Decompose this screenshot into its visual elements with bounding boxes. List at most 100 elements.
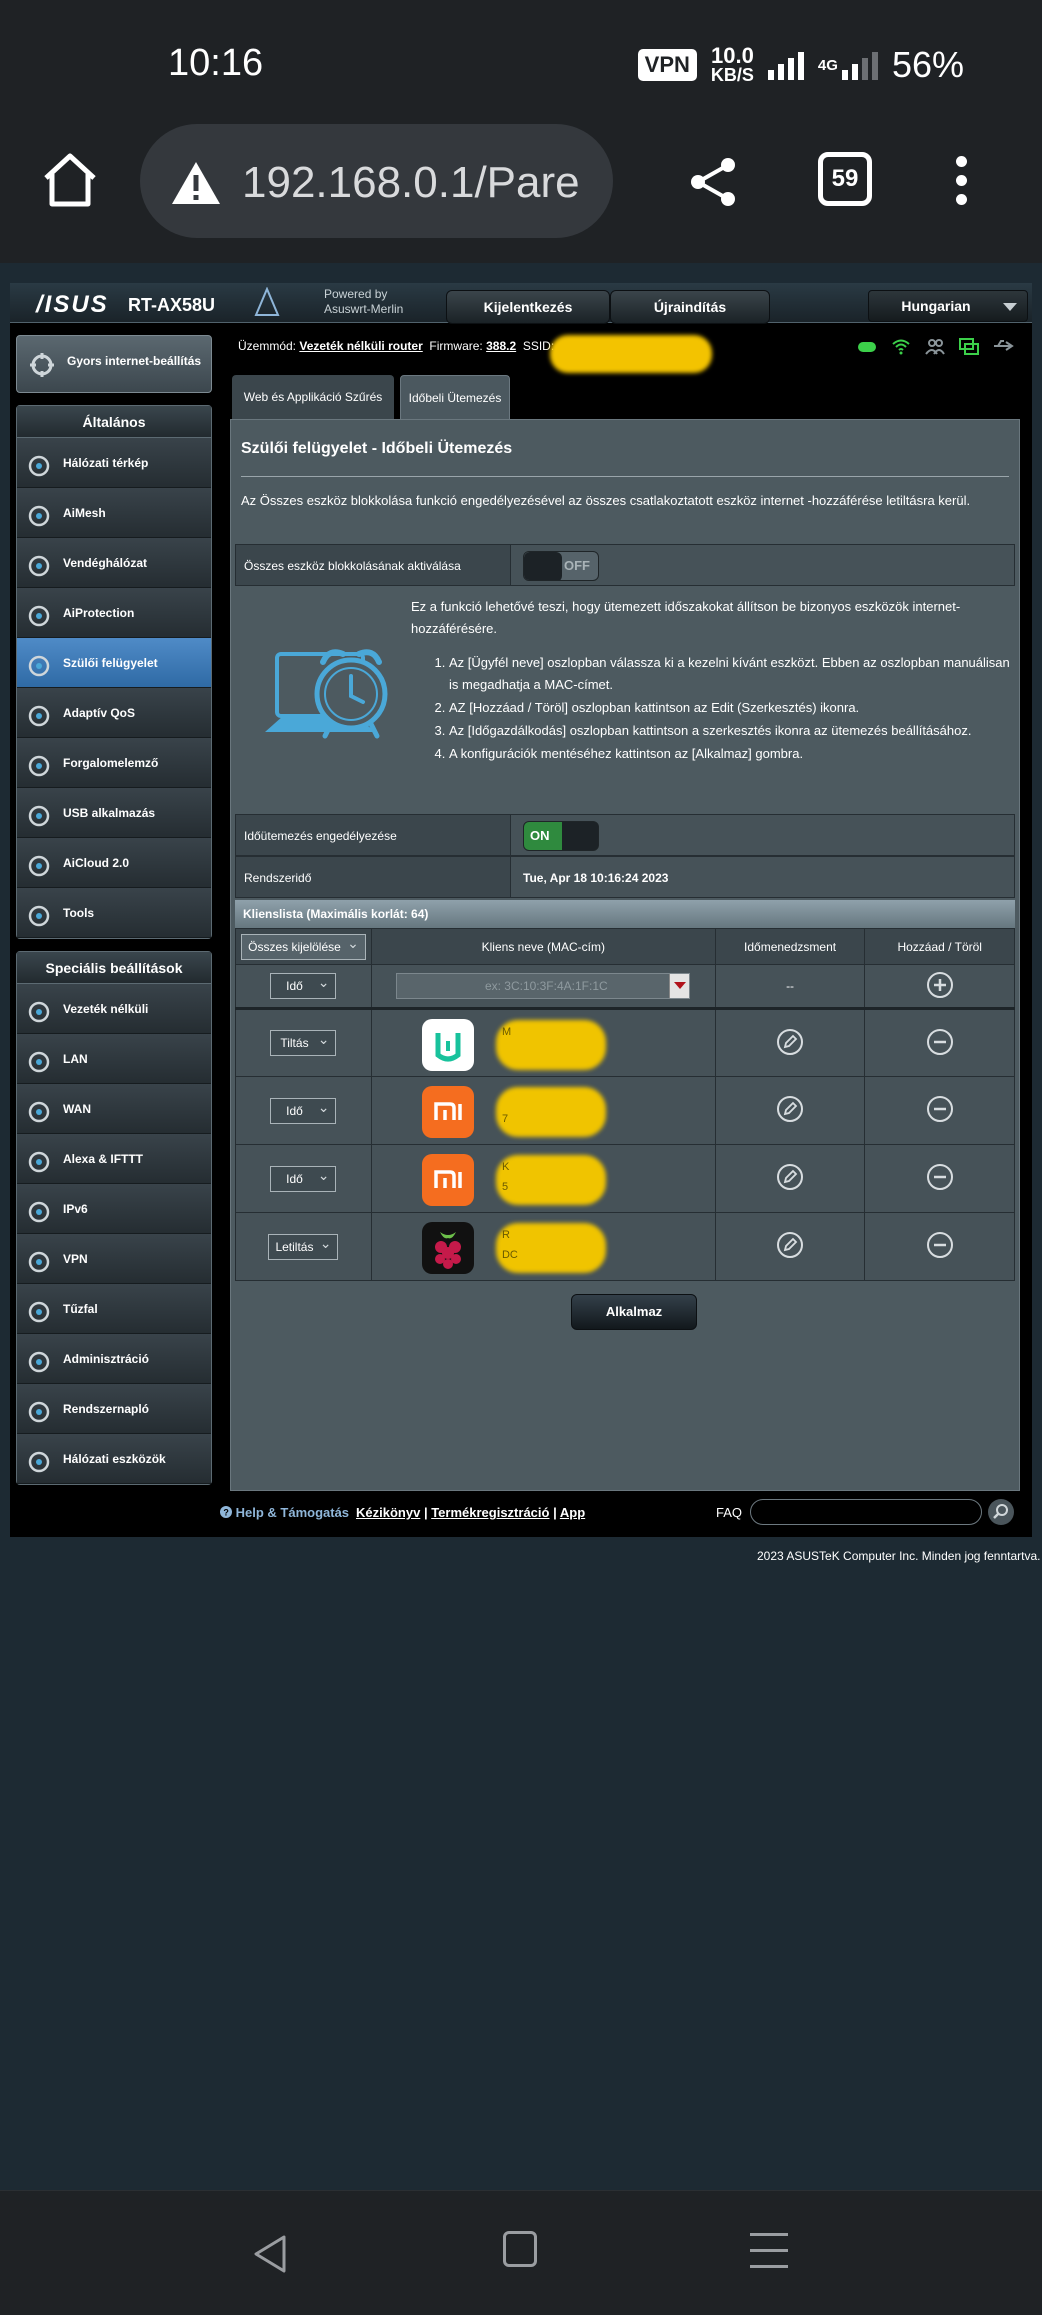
app-link[interactable]: App bbox=[560, 1505, 585, 1520]
sidebar-item[interactable]: Vendéghálózat bbox=[17, 538, 211, 588]
sidebar-item[interactable]: Adaptív QoS bbox=[17, 688, 211, 738]
client-cell: K5 bbox=[370, 1144, 716, 1213]
wireless-icon bbox=[25, 996, 53, 1023]
language-select[interactable]: Hungarian bbox=[868, 290, 1028, 322]
pencil-icon bbox=[783, 1101, 798, 1116]
footer-separator: | bbox=[553, 1505, 557, 1520]
sidebar-item-label: AiMesh bbox=[63, 506, 106, 520]
edit-schedule-button[interactable] bbox=[777, 1164, 804, 1190]
mode-cell: Idő bbox=[235, 1076, 372, 1145]
router-model: RT-AX58U bbox=[128, 295, 216, 315]
admin-icon bbox=[25, 1346, 53, 1373]
sidebar-item[interactable]: Adminisztráció bbox=[17, 1334, 211, 1384]
sidebar-item[interactable]: Hálózati eszközök bbox=[17, 1434, 211, 1484]
faq-search-input[interactable] bbox=[750, 1499, 982, 1525]
edit-schedule-button[interactable] bbox=[777, 1096, 804, 1122]
sidebar-item[interactable]: Rendszernapló bbox=[17, 1384, 211, 1434]
sidebar-item[interactable]: Hálózati térkép bbox=[17, 438, 211, 488]
usb-status-icon[interactable] bbox=[992, 337, 1014, 355]
home-icon[interactable] bbox=[38, 148, 102, 212]
share-icon[interactable] bbox=[688, 156, 738, 208]
mode-dropdown[interactable]: Idő bbox=[270, 1095, 337, 1124]
clients-icon[interactable] bbox=[924, 337, 946, 355]
devices-icon[interactable] bbox=[958, 337, 980, 355]
firmware-link[interactable]: 388.2 bbox=[486, 339, 516, 353]
more-options-icon[interactable] bbox=[952, 156, 970, 210]
mode-cell: Letiltás bbox=[235, 1212, 372, 1281]
client-list-title: Klienslista (Maximális korlát: 64) bbox=[235, 900, 1015, 928]
mode-dropdown[interactable]: Idő bbox=[270, 970, 337, 999]
feature-step: AZ [Hozzáad / Töröl] oszlopban kattintso… bbox=[449, 697, 1011, 719]
client-cell: 7 bbox=[370, 1076, 716, 1145]
minus-icon bbox=[933, 1040, 946, 1043]
faq-search-button[interactable] bbox=[988, 1499, 1014, 1525]
edit-schedule-button[interactable] bbox=[777, 1028, 804, 1055]
sidebar-item[interactable]: Tűzfal bbox=[17, 1284, 211, 1334]
guest-network-icon bbox=[25, 550, 53, 577]
sidebar-item-label: Forgalomelemző bbox=[63, 756, 159, 770]
recent-apps-icon[interactable] bbox=[750, 2233, 788, 2269]
sidebar-item[interactable]: WAN bbox=[17, 1084, 211, 1134]
delete-client-button[interactable] bbox=[926, 1232, 953, 1258]
sidebar-item[interactable]: USB alkalmazás bbox=[17, 788, 211, 838]
table-row: Tiltás M bbox=[235, 1008, 1015, 1077]
sidebar-item[interactable]: AiMesh bbox=[17, 488, 211, 538]
address-bar[interactable]: 192.168.0.1/Pare bbox=[140, 124, 613, 238]
sidebar-item[interactable]: AiProtection bbox=[17, 588, 211, 638]
manual-link[interactable]: Kézikönyv bbox=[356, 1505, 420, 1520]
browser-toolbar: 192.168.0.1/Pare 59 bbox=[0, 118, 1042, 263]
delete-client-button[interactable] bbox=[926, 1096, 953, 1122]
reboot-button[interactable]: Újraindítás bbox=[610, 290, 770, 324]
wifi-icon[interactable] bbox=[890, 337, 912, 355]
sidebar-item[interactable]: Forgalomelemző bbox=[17, 738, 211, 788]
wrench-icon bbox=[25, 900, 53, 927]
edit-schedule-button[interactable] bbox=[777, 1232, 804, 1258]
general-menu: Általános Hálózati térkép AiMesh Vendéghál… bbox=[16, 405, 212, 939]
alarm-clock-laptop-icon bbox=[265, 649, 388, 739]
warning-icon[interactable] bbox=[170, 160, 222, 206]
delete-cell bbox=[864, 1212, 1015, 1281]
client-cell: M bbox=[370, 1008, 716, 1077]
redaction-mark bbox=[495, 1223, 606, 1273]
sidebar-item[interactable]: IPv6 bbox=[17, 1184, 211, 1234]
delete-client-button[interactable] bbox=[926, 1164, 953, 1190]
home-nav-button[interactable] bbox=[503, 2231, 537, 2267]
mi-home-icon bbox=[421, 1019, 474, 1071]
help-support-link[interactable]: ? Help & Támogatás bbox=[220, 1505, 349, 1520]
url-text[interactable]: 192.168.0.1/Pare bbox=[242, 158, 580, 208]
redaction-mark bbox=[550, 335, 712, 373]
sidebar-item[interactable]: Tools bbox=[17, 888, 211, 938]
sidebar-item-label: Vezeték nélküli bbox=[63, 1002, 149, 1016]
schedule-enable-toggle[interactable]: ON bbox=[523, 821, 599, 851]
mac-address-input[interactable]: ex: 3C:10:3F:4A:1F:1C bbox=[396, 973, 691, 999]
logout-button[interactable]: Kijelentkezés bbox=[446, 290, 610, 324]
sidebar-item[interactable]: LAN bbox=[17, 1034, 211, 1084]
add-client-button[interactable] bbox=[926, 971, 953, 998]
sidebar-item[interactable]: Szülői felügyelet bbox=[17, 638, 211, 688]
mode-dropdown[interactable]: Idő bbox=[270, 1163, 337, 1192]
client-dropdown-arrow[interactable] bbox=[669, 974, 690, 998]
client-mac: DC bbox=[501, 1249, 518, 1261]
mode-link[interactable]: Vezeték nélküli router bbox=[299, 339, 422, 353]
sidebar-item[interactable]: AiCloud 2.0 bbox=[17, 838, 211, 888]
apply-button[interactable]: Alkalmaz bbox=[571, 1294, 697, 1330]
quick-setup-button[interactable]: Gyors internet-beállítás bbox=[16, 335, 212, 393]
aicloud-icon bbox=[25, 850, 53, 877]
tab-time-schedule[interactable]: Időbeli Ütemezés bbox=[400, 375, 510, 419]
sidebar-item-label: Adaptív QoS bbox=[63, 706, 136, 720]
mode-dropdown[interactable]: Letiltás bbox=[268, 1231, 339, 1260]
block-all-toggle[interactable]: OFF bbox=[523, 551, 599, 581]
powered-line1: Powered by bbox=[324, 287, 388, 301]
mode-label: Üzemmód: bbox=[238, 339, 297, 353]
sidebar-item[interactable]: Alexa & IFTTT bbox=[17, 1134, 211, 1184]
game-icon[interactable] bbox=[856, 337, 878, 355]
select-all-dropdown[interactable]: Összes kijelölése bbox=[241, 931, 366, 960]
mode-dropdown[interactable]: Tiltás bbox=[270, 1027, 337, 1056]
registration-link[interactable]: Termékregisztráció bbox=[431, 1505, 549, 1520]
back-icon[interactable] bbox=[250, 2233, 290, 2275]
tab-switcher-button[interactable]: 59 bbox=[818, 152, 872, 206]
sidebar-item[interactable]: Vezeték nélküli bbox=[17, 984, 211, 1034]
tab-web-filter[interactable]: Web és Applikáció Szűrés bbox=[232, 375, 394, 419]
sidebar-item[interactable]: VPN bbox=[17, 1234, 211, 1284]
delete-client-button[interactable] bbox=[926, 1028, 953, 1055]
